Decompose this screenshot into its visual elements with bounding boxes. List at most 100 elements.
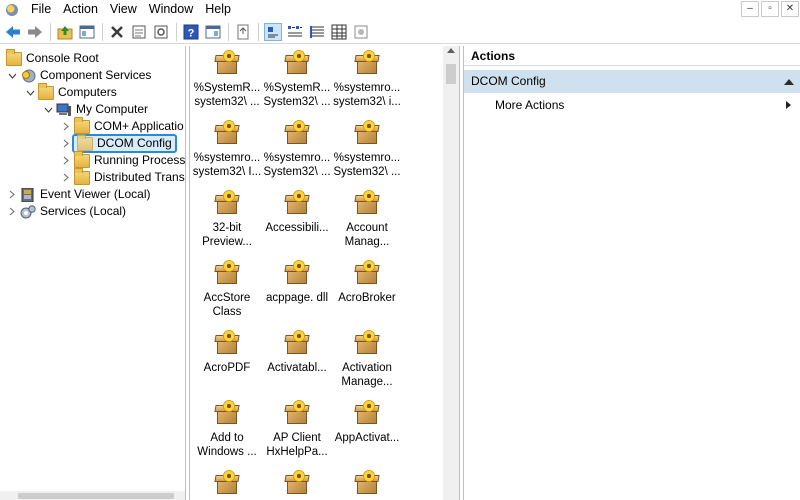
tree-item-computers[interactable]: Computers bbox=[24, 82, 117, 101]
com-object-item[interactable]: %SystemR... system32\ ... bbox=[191, 50, 263, 109]
com-object-item[interactable]: AccStore Class bbox=[191, 260, 263, 319]
com-object-item[interactable] bbox=[261, 470, 333, 500]
refresh-icon[interactable] bbox=[152, 23, 170, 41]
tree-item-distributed-transactions[interactable]: Distributed Transa bbox=[60, 167, 185, 186]
menu-window[interactable]: Window bbox=[143, 0, 199, 19]
com-object-item[interactable]: AP Client HxHelpPa... bbox=[261, 400, 333, 459]
forward-icon[interactable] bbox=[26, 23, 44, 41]
actions-pane: Actions DCOM Config More Actions bbox=[463, 46, 800, 500]
detail-view-icon[interactable] bbox=[330, 23, 348, 41]
selected-tree-item[interactable]: DCOM Config bbox=[72, 133, 177, 153]
actions-section-dcom-config[interactable]: DCOM Config bbox=[464, 70, 800, 93]
more-actions-item[interactable]: More Actions bbox=[464, 95, 800, 115]
com-object-item[interactable]: AcroPDF bbox=[191, 330, 263, 375]
com-object-item[interactable]: Activation Manage... bbox=[331, 330, 403, 389]
up-folder-icon[interactable] bbox=[56, 23, 74, 41]
com-object-label: 32-bit bbox=[212, 222, 242, 234]
chevron-down-icon[interactable] bbox=[42, 101, 54, 118]
tree-item-label: DCOM Config bbox=[97, 136, 172, 150]
com-object-icon bbox=[213, 190, 241, 218]
com-object-item[interactable]: Account Manag... bbox=[331, 190, 403, 249]
component-services-app-icon[interactable] bbox=[5, 3, 19, 17]
com-object-item[interactable]: AcroBroker bbox=[331, 260, 403, 305]
folder-icon bbox=[6, 48, 22, 66]
chevron-right-icon[interactable] bbox=[60, 169, 72, 186]
com-object-label: Activatabl... bbox=[267, 362, 327, 374]
chevron-right-icon[interactable] bbox=[60, 152, 72, 169]
com-object-item[interactable]: %systemro... system32\ I... bbox=[191, 120, 263, 179]
menu-action[interactable]: Action bbox=[57, 0, 104, 19]
collapse-arrow-icon[interactable] bbox=[784, 79, 794, 85]
com-object-icon bbox=[353, 50, 381, 78]
com-object-item[interactable]: Accessibili... bbox=[261, 190, 333, 235]
restore-button[interactable]: ▫ bbox=[761, 1, 779, 17]
tree-item-label: Event Viewer (Local) bbox=[40, 187, 151, 201]
com-object-icon bbox=[283, 400, 311, 428]
view-icon[interactable] bbox=[204, 23, 222, 41]
com-object-label: Activation bbox=[342, 362, 392, 374]
tree-item-console-root[interactable]: Console Root bbox=[4, 48, 99, 67]
scrollbar-thumb[interactable] bbox=[446, 64, 456, 84]
com-object-label: HxHelpPa... bbox=[266, 446, 328, 458]
properties-icon[interactable] bbox=[130, 23, 148, 41]
com-object-item[interactable]: 32-bit Preview... bbox=[191, 190, 263, 249]
com-object-item[interactable]: %systemro... System32\ ... bbox=[331, 120, 403, 179]
com-object-item[interactable]: %SystemR... System32\ ... bbox=[261, 50, 333, 109]
com-object-item[interactable] bbox=[191, 470, 263, 500]
delete-icon[interactable] bbox=[108, 23, 126, 41]
mdi-window-controls: – ▫ ✕ bbox=[740, 0, 800, 19]
com-object-icon bbox=[213, 50, 241, 78]
tree-item-running-processes[interactable]: Running Processe bbox=[60, 150, 185, 169]
vertical-scrollbar[interactable] bbox=[443, 46, 459, 500]
tree-item-component-services[interactable]: Component Services bbox=[6, 67, 151, 84]
scroll-up-arrow-icon[interactable] bbox=[447, 48, 455, 53]
small-icons-view-icon[interactable] bbox=[286, 23, 304, 41]
toolbar-separator bbox=[50, 22, 51, 41]
com-object-icon bbox=[283, 470, 311, 498]
com-object-item[interactable]: Add to Windows ... bbox=[191, 400, 263, 459]
list-view-icon[interactable] bbox=[308, 23, 326, 41]
com-object-label: AcroPDF bbox=[203, 362, 251, 374]
com-object-label: AP Client bbox=[273, 432, 321, 444]
com-object-item[interactable]: acppage. dll bbox=[261, 260, 333, 305]
horizontal-scrollbar[interactable] bbox=[0, 491, 185, 500]
tree-item-com-applications[interactable]: COM+ Applicatio bbox=[60, 116, 184, 135]
back-icon[interactable] bbox=[4, 23, 22, 41]
chevron-down-icon[interactable] bbox=[24, 84, 36, 101]
console-tree-pane: Console Root Component Services Computer… bbox=[0, 46, 186, 500]
com-object-item[interactable]: AppActivat... bbox=[331, 400, 403, 445]
com-object-icon bbox=[283, 260, 311, 288]
menu-view[interactable]: View bbox=[104, 0, 143, 19]
dcom-config-list-pane: %SystemR... system32\ ... %SystemR... Syste… bbox=[189, 46, 460, 500]
menu-help[interactable]: Help bbox=[199, 0, 237, 19]
tree-item-services[interactable]: Services (Local) bbox=[6, 203, 126, 220]
actions-header: Actions bbox=[464, 46, 800, 66]
chevron-right-icon[interactable] bbox=[6, 203, 18, 220]
com-object-label: Add to bbox=[210, 432, 244, 444]
tree-item-my-computer[interactable]: My Computer bbox=[42, 101, 148, 118]
chevron-down-icon[interactable] bbox=[6, 67, 18, 84]
minimize-button[interactable]: – bbox=[741, 1, 759, 17]
tree-item-event-viewer[interactable]: Event Viewer (Local) bbox=[6, 186, 151, 203]
com-object-item[interactable]: %systemro... System32\ ... bbox=[261, 120, 333, 179]
com-object-item[interactable] bbox=[331, 470, 403, 500]
export-list-icon[interactable] bbox=[234, 23, 252, 41]
tree-item-label: COM+ Applicatio bbox=[94, 119, 184, 133]
help-icon[interactable]: ? bbox=[182, 23, 200, 41]
chevron-right-icon[interactable] bbox=[60, 135, 72, 152]
menu-file[interactable]: File bbox=[25, 0, 57, 19]
com-object-icon bbox=[283, 190, 311, 218]
chevron-right-icon[interactable] bbox=[60, 118, 72, 135]
configure-icon[interactable] bbox=[352, 23, 370, 41]
scrollbar-thumb[interactable] bbox=[18, 493, 174, 499]
com-object-item[interactable]: Activatabl... bbox=[261, 330, 333, 375]
com-object-icon bbox=[353, 470, 381, 498]
com-object-label: Class bbox=[212, 306, 242, 318]
large-icons-view-icon[interactable] bbox=[264, 22, 282, 41]
com-object-label: system32\ i... bbox=[333, 96, 401, 108]
chevron-right-icon[interactable] bbox=[6, 186, 18, 203]
com-object-item[interactable]: %systemro... system32\ i... bbox=[331, 50, 403, 109]
tree-item-dcom-config[interactable]: DCOM Config bbox=[60, 133, 177, 153]
close-button[interactable]: ✕ bbox=[781, 1, 799, 17]
show-hide-tree-icon[interactable] bbox=[78, 23, 96, 41]
